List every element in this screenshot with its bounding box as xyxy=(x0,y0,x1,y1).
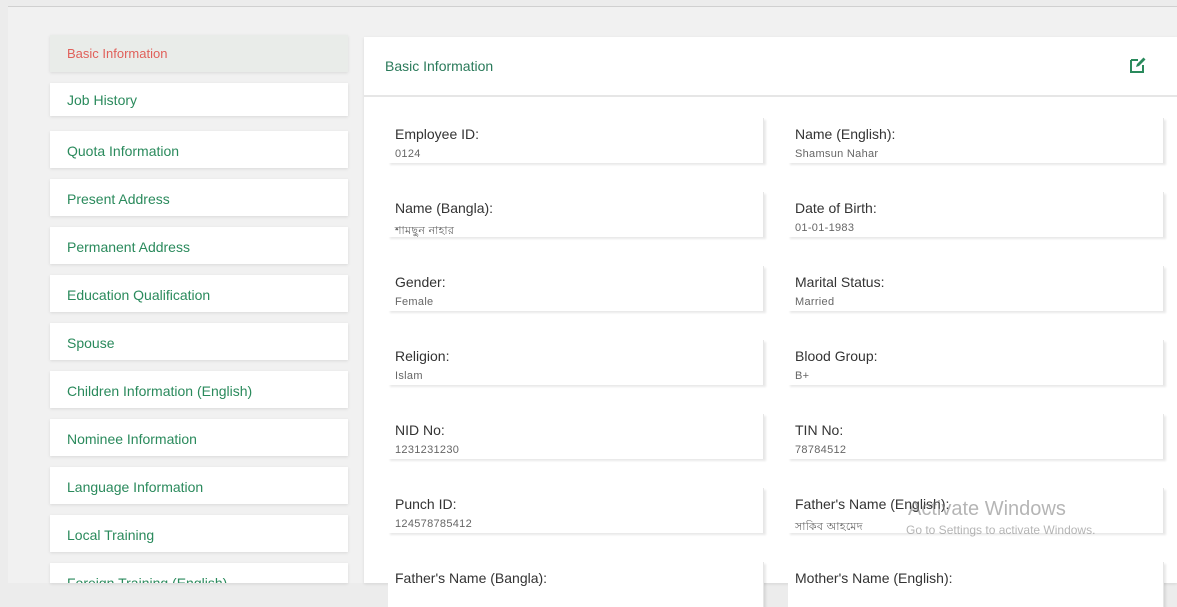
field-value: Islam xyxy=(395,370,423,382)
field-value: Female xyxy=(395,296,434,308)
profile-sidebar: Basic Information Job History Quota Info… xyxy=(50,35,348,583)
field-label: Punch ID: xyxy=(395,496,457,512)
field-value: 1231231230 xyxy=(395,444,460,456)
field-value: শামছুন নাহার xyxy=(395,225,455,237)
field-employee-id: Employee ID: 0124 xyxy=(388,118,764,163)
field-punch-id: Punch ID: 124578785412 xyxy=(388,488,764,533)
field-name-bangla: Name (Bangla): শামছুন নাহার xyxy=(388,192,764,237)
field-value: Married xyxy=(795,296,835,308)
field-label: Mother's Name (English): xyxy=(795,570,953,586)
sidebar-item-present-address[interactable]: Present Address xyxy=(50,179,348,216)
field-gender: Gender: Female xyxy=(388,266,764,311)
field-value: B+ xyxy=(795,370,810,382)
field-label: Religion: xyxy=(395,348,450,364)
field-label: Father's Name (English): xyxy=(795,496,950,512)
sidebar-item-nominee-information[interactable]: Nominee Information xyxy=(50,419,348,456)
field-label: Name (Bangla): xyxy=(395,200,494,216)
sidebar-item-language-information[interactable]: Language Information xyxy=(50,467,348,504)
field-name-english: Name (English): Shamsun Nahar xyxy=(788,118,1164,163)
field-mothers-name-english: Mother's Name (English): xyxy=(788,562,1164,607)
field-value: Shamsun Nahar xyxy=(795,148,879,160)
sidebar-item-spouse[interactable]: Spouse xyxy=(50,323,348,360)
field-date-of-birth: Date of Birth: 01-01-1983 xyxy=(788,192,1164,237)
panel-title: Basic Information xyxy=(385,58,494,74)
field-tin-no: TIN No: 78784512 xyxy=(788,414,1164,459)
sidebar-item-education-qualification[interactable]: Education Qualification xyxy=(50,275,348,312)
field-label: Name (English): xyxy=(795,126,896,142)
field-value: সাকিব আহমেদ xyxy=(795,521,863,533)
field-blood-group: Blood Group: B+ xyxy=(788,340,1164,385)
sidebar-item-permanent-address[interactable]: Permanent Address xyxy=(50,227,348,264)
field-marital-status: Marital Status: Married xyxy=(788,266,1164,311)
field-value: 78784512 xyxy=(795,444,847,456)
field-value: 01-01-1983 xyxy=(795,222,855,234)
field-label: Employee ID: xyxy=(395,126,480,142)
field-religion: Religion: Islam xyxy=(388,340,764,385)
field-label: Father's Name (Bangla): xyxy=(395,570,548,586)
field-label: NID No: xyxy=(395,422,445,438)
sidebar-item-job-history[interactable]: Job History xyxy=(50,83,348,116)
sidebar-item-quota-information[interactable]: Quota Information xyxy=(50,131,348,168)
field-nid-no: NID No: 1231231230 xyxy=(388,414,764,459)
field-label: Date of Birth: xyxy=(795,200,877,216)
sidebar-item-basic-information[interactable]: Basic Information xyxy=(50,35,348,72)
sidebar-item-local-training[interactable]: Local Training xyxy=(50,515,348,552)
edit-icon[interactable] xyxy=(1129,56,1147,74)
field-label: TIN No: xyxy=(795,422,844,438)
field-value: 0124 xyxy=(395,148,421,160)
field-fathers-name-english: Father's Name (English): সাকিব আহমেদ xyxy=(788,488,1164,533)
sidebar-item-foreign-training[interactable]: Foreign Training (English) xyxy=(50,563,348,583)
field-fathers-name-bangla: Father's Name (Bangla): xyxy=(388,562,764,607)
field-label: Gender: xyxy=(395,274,446,290)
field-value: 124578785412 xyxy=(395,518,473,530)
basic-information-panel: Basic Information Employee ID: 0124 Name… xyxy=(364,37,1177,607)
sidebar-item-children-information[interactable]: Children Information (English) xyxy=(50,371,348,408)
field-label: Marital Status: xyxy=(795,274,885,290)
field-label: Blood Group: xyxy=(795,348,878,364)
panel-header: Basic Information xyxy=(364,37,1177,97)
